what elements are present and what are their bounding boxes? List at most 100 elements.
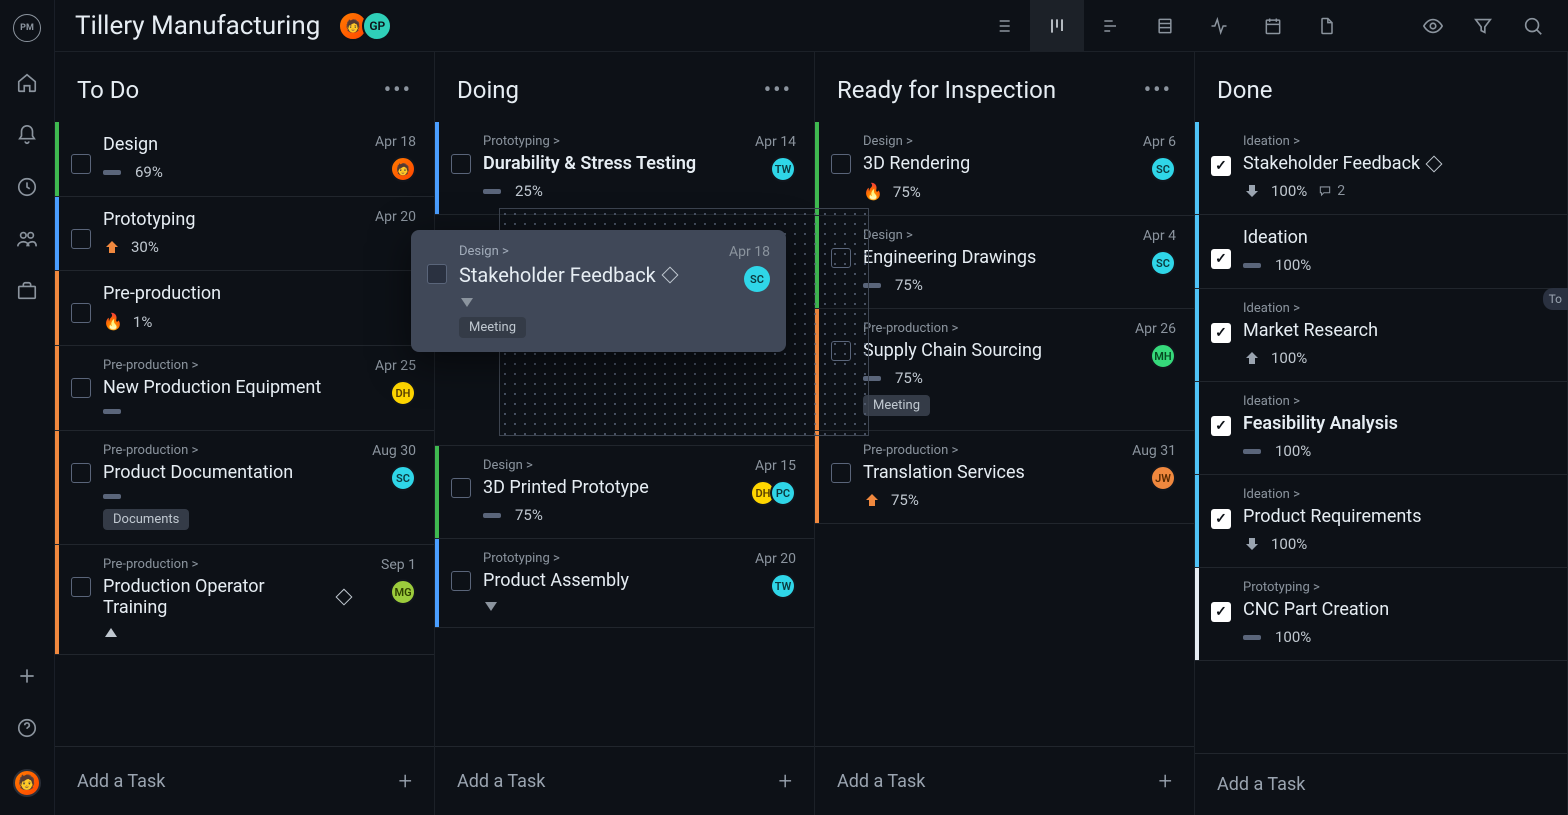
app-logo[interactable]: PM <box>13 14 41 42</box>
plus-icon[interactable] <box>16 665 38 687</box>
milestone-icon <box>1426 155 1443 172</box>
clock-icon[interactable] <box>16 176 38 198</box>
assignee-avatar[interactable]: MH <box>1150 343 1176 369</box>
assignee-avatar[interactable]: 🧑 <box>390 156 416 182</box>
activity-view-icon[interactable] <box>1192 0 1246 52</box>
task-card[interactable]: Pre-production > Supply Chain Sourcing 7… <box>815 308 1194 431</box>
files-view-icon[interactable] <box>1300 0 1354 52</box>
task-checkbox[interactable] <box>71 378 91 398</box>
card-accent <box>55 346 59 430</box>
task-card[interactable]: Pre-production > Production Operator Tra… <box>55 544 434 655</box>
card-breadcrumb: Ideation > <box>1243 487 1549 502</box>
assignee-avatar[interactable]: SC <box>390 465 416 491</box>
task-card[interactable]: Prototyping 30% Apr 20 <box>55 196 434 271</box>
task-card[interactable]: Prototyping > Product Assembly Apr 20 TW <box>435 538 814 628</box>
task-card[interactable]: Prototyping > Durability & Stress Testin… <box>435 122 814 215</box>
task-card[interactable]: Design > 3D Rendering 🔥75% Apr 6 SC <box>815 122 1194 216</box>
card-title: Product Documentation <box>103 462 350 483</box>
sheet-view-icon[interactable] <box>1138 0 1192 52</box>
column-menu-icon[interactable]: ••• <box>1144 78 1172 103</box>
task-checkbox[interactable] <box>427 264 447 284</box>
card-title: New Production Equipment <box>103 377 350 398</box>
task-checkbox[interactable] <box>71 303 91 323</box>
member-avatars[interactable]: 🧑 GP <box>344 11 392 41</box>
task-card[interactable]: Pre-production > New Production Equipmen… <box>55 345 434 431</box>
column-menu-icon[interactable]: ••• <box>384 78 412 103</box>
task-card[interactable]: Pre-production 🔥1% <box>55 270 434 346</box>
task-checkbox[interactable] <box>451 571 471 591</box>
task-card[interactable]: Pre-production > Translation Services 75… <box>815 430 1194 524</box>
team-icon[interactable] <box>16 228 38 250</box>
assignee-avatar[interactable]: JW <box>1150 465 1176 491</box>
board-view-icon[interactable] <box>1030 0 1084 52</box>
task-checkbox[interactable] <box>451 154 471 174</box>
add-task-button[interactable]: Add a Task + <box>815 746 1194 815</box>
filter-icon[interactable] <box>1472 15 1494 37</box>
assignee-avatar[interactable]: TW <box>770 573 796 599</box>
task-checkbox[interactable]: ✓ <box>1211 602 1231 622</box>
card-accent <box>1195 122 1199 214</box>
task-card[interactable]: Design 69% Apr 18 🧑 <box>55 122 434 197</box>
card-breadcrumb: Pre-production > <box>863 321 1110 336</box>
card-breadcrumb: Design > <box>459 244 704 259</box>
assignee-avatar[interactable]: DH <box>390 380 416 406</box>
task-checkbox[interactable]: ✓ <box>1211 509 1231 529</box>
task-checkbox[interactable] <box>451 478 471 498</box>
assignee-avatar[interactable]: SC <box>1150 156 1176 182</box>
task-checkbox[interactable] <box>71 154 91 174</box>
task-card[interactable]: ✓ Prototyping > CNC Part Creation 100% <box>1195 567 1567 661</box>
assignee-avatar[interactable]: SC <box>1150 250 1176 276</box>
card-title: Stakeholder Feedback <box>1243 153 1549 174</box>
plus-icon: + <box>778 767 792 795</box>
list-view-icon[interactable] <box>976 0 1030 52</box>
card-title: Production Operator Training <box>103 576 350 618</box>
dragging-task-card[interactable]: Design > Stakeholder Feedback Meeting Ap… <box>411 230 786 352</box>
task-checkbox[interactable] <box>831 463 851 483</box>
assignee-avatar[interactable]: MG <box>390 579 416 605</box>
calendar-view-icon[interactable] <box>1246 0 1300 52</box>
due-date: Aug 30 <box>372 443 416 459</box>
card-breadcrumb: Design > <box>863 134 1110 149</box>
user-avatar[interactable]: 🧑 <box>13 769 41 797</box>
gantt-view-icon[interactable] <box>1084 0 1138 52</box>
task-checkbox[interactable]: ✓ <box>1211 416 1231 436</box>
task-card[interactable]: Pre-production > Product Documentation D… <box>55 430 434 545</box>
add-task-button[interactable]: Add a Task + <box>435 746 814 815</box>
topbar: Tillery Manufacturing 🧑 GP <box>55 0 1568 52</box>
add-task-button[interactable]: Add a Task <box>1195 753 1567 815</box>
card-breadcrumb: Pre-production > <box>103 358 350 373</box>
collapsed-panel-handle[interactable]: To <box>1543 288 1568 310</box>
bell-icon[interactable] <box>16 124 38 146</box>
add-task-button[interactable]: Add a Task + <box>55 746 434 815</box>
task-checkbox[interactable]: ✓ <box>1211 249 1231 269</box>
task-card[interactable]: ✓ Ideation 100% <box>1195 214 1567 289</box>
help-icon[interactable] <box>16 717 38 739</box>
task-card[interactable]: Design > 3D Printed Prototype 75% Apr 15… <box>435 445 814 539</box>
card-accent <box>1195 382 1199 474</box>
task-card[interactable]: ✓ Ideation > Feasibility Analysis 100% <box>1195 381 1567 475</box>
task-checkbox[interactable]: ✓ <box>1211 323 1231 343</box>
task-checkbox[interactable] <box>831 154 851 174</box>
home-icon[interactable] <box>16 72 38 94</box>
task-card[interactable]: Design > Engineering Drawings 75% Apr 4 … <box>815 215 1194 309</box>
column-title: Doing <box>457 76 519 104</box>
task-checkbox[interactable] <box>71 229 91 249</box>
column-menu-icon[interactable]: ••• <box>764 78 792 103</box>
briefcase-icon[interactable] <box>16 280 38 302</box>
task-card[interactable]: ✓ Ideation > Product Requirements 100% <box>1195 474 1567 568</box>
progress-percent: 100% <box>1271 182 1307 200</box>
assignee-avatar[interactable]: TW <box>770 156 796 182</box>
task-checkbox[interactable]: ✓ <box>1211 156 1231 176</box>
assignee-avatar[interactable]: PC <box>770 480 796 506</box>
card-meta <box>103 406 350 416</box>
task-checkbox[interactable] <box>71 463 91 483</box>
task-card[interactable]: ✓ Ideation > Stakeholder Feedback 100% 2 <box>1195 122 1567 215</box>
task-card[interactable]: ✓ Ideation > Market Research 100% <box>1195 288 1567 382</box>
search-icon[interactable] <box>1522 15 1544 37</box>
card-title: Stakeholder Feedback <box>459 263 704 287</box>
eye-icon[interactable] <box>1422 15 1444 37</box>
card-meta: 100% <box>1243 442 1549 460</box>
due-date: Apr 6 <box>1143 134 1176 150</box>
assignee-avatar[interactable]: SC <box>744 266 770 292</box>
task-checkbox[interactable] <box>71 577 91 597</box>
